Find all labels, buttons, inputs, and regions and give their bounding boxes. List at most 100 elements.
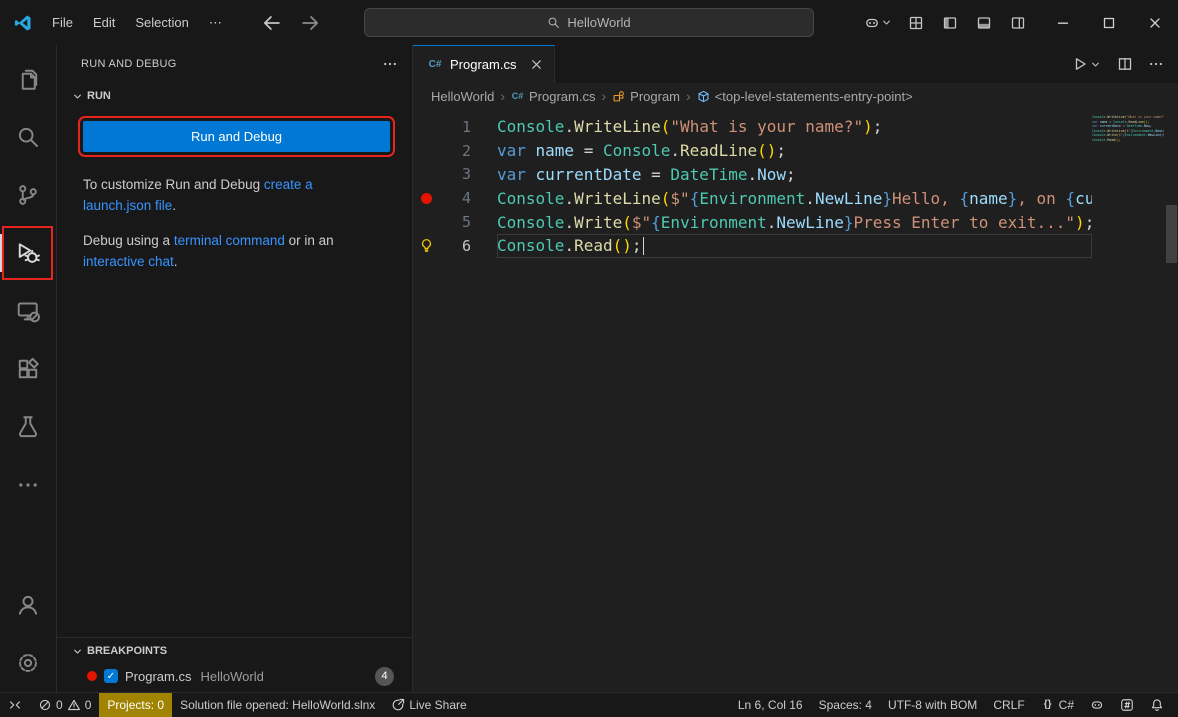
breadcrumb-separator: ›: [497, 88, 508, 104]
customize-layout-button[interactable]: [902, 9, 930, 37]
activity-item-source-control[interactable]: [0, 166, 56, 224]
scrollbar-thumb[interactable]: [1166, 205, 1177, 263]
breakpoint-file: Program.cs: [125, 669, 191, 684]
link-terminal-command[interactable]: terminal command: [174, 233, 285, 248]
code-line-5: 5 Console.Write($"{Environment.NewLine}Pr…: [413, 210, 1178, 234]
run-debug-icon: [16, 241, 40, 265]
activity-item-more-views[interactable]: [0, 456, 56, 514]
status-indentation[interactable]: Spaces: 4: [811, 693, 880, 717]
minimap-line: Console.Read();: [1092, 138, 1164, 143]
run-icon: [1072, 56, 1088, 72]
menu-bar: FileEditSelection⋯: [42, 0, 232, 45]
status-live-share[interactable]: Live Share: [383, 693, 474, 717]
status-problems[interactable]: 00: [30, 693, 99, 717]
link-interactive-chat[interactable]: interactive chat: [83, 254, 174, 269]
breakpoint-row[interactable]: Program.cs HelloWorld 4: [57, 664, 412, 688]
forward-button[interactable]: [296, 9, 324, 37]
code-line-4: 4 Console.WriteLine($"{Environment.NewLin…: [413, 186, 1178, 210]
breadcrumb-label: Program: [630, 89, 680, 104]
activity-bar: [0, 45, 57, 692]
lightbulb-gutter[interactable]: [413, 238, 439, 253]
breadcrumb-program[interactable]: Program: [612, 89, 680, 104]
menu-overflow[interactable]: ⋯: [199, 9, 232, 37]
title-bar: FileEditSelection⋯ HelloWorld: [0, 0, 1178, 45]
menu-file[interactable]: File: [42, 9, 83, 37]
split-editor-button[interactable]: [1117, 56, 1133, 72]
text: To customize Run and Debug: [83, 177, 264, 192]
status-eol[interactable]: CRLF: [985, 693, 1032, 717]
chevron-down-icon: [71, 90, 84, 103]
account-icon: [16, 593, 40, 617]
breadcrumb-top-level-statements-entry-point[interactable]: <top-level-statements-entry-point>: [697, 89, 913, 104]
sidebar-run-and-debug: RUN AND DEBUG RUN Run and Debug To custo…: [57, 45, 413, 692]
close-button[interactable]: [1132, 0, 1178, 45]
status-encoding[interactable]: UTF-8 with BOM: [880, 693, 985, 717]
status-solution[interactable]: Solution file opened: HelloWorld.slnx: [172, 693, 383, 717]
activity-item-remote-devices[interactable]: [0, 282, 56, 340]
back-button[interactable]: [258, 9, 286, 37]
tab-bar: C# Program.cs: [413, 45, 1178, 83]
activity-item-explorer[interactable]: [0, 50, 56, 108]
breakpoint-project: HelloWorld: [200, 669, 263, 684]
activity-item-settings[interactable]: [0, 634, 56, 692]
toggle-panel-button[interactable]: [970, 9, 998, 37]
copilot-icon: [1090, 698, 1104, 712]
activity-item-search[interactable]: [0, 108, 56, 166]
status-language-mode[interactable]: {} C#: [1033, 693, 1082, 717]
code-line-6: 6Console.Read();: [413, 234, 1178, 258]
status-projects[interactable]: Projects: 0: [99, 693, 172, 717]
toggle-secondary-sidebar-button[interactable]: [1004, 9, 1032, 37]
tab-close-icon[interactable]: [529, 57, 544, 72]
breadcrumbs: HelloWorld›C#Program.cs›Program›<top-lev…: [413, 83, 1178, 109]
braces-icon: {}: [1041, 698, 1055, 712]
breakpoints-section: BREAKPOINTS Program.cs HelloWorld 4: [57, 637, 412, 692]
line-number: 3: [439, 165, 471, 183]
editor-actions: [1072, 45, 1178, 83]
code-area: 1 Console.WriteLine("What is your name?")…: [413, 109, 1178, 692]
status-cursor-position[interactable]: Ln 6, Col 16: [730, 693, 811, 717]
activity-item-accounts[interactable]: [0, 576, 56, 634]
activity-item-run-and-debug[interactable]: [0, 224, 56, 282]
run-or-debug-button[interactable]: [1072, 56, 1102, 72]
status-notifications[interactable]: [1142, 693, 1172, 717]
copilot-button[interactable]: [861, 9, 896, 37]
breakpoints-label: BREAKPOINTS: [87, 645, 167, 657]
status-copilot[interactable]: [1082, 693, 1112, 717]
line-number: 4: [439, 189, 471, 207]
toggle-primary-sidebar-button[interactable]: [936, 9, 964, 37]
run-and-debug-button[interactable]: Run and Debug: [83, 121, 390, 152]
run-section-header[interactable]: RUN: [57, 83, 412, 109]
breadcrumb-program-cs[interactable]: C#Program.cs: [511, 89, 595, 104]
tab-program-cs[interactable]: C# Program.cs: [413, 45, 555, 83]
editor-more-button[interactable]: [1148, 56, 1164, 72]
label: Ln 6, Col 16: [738, 698, 803, 712]
label: Live Share: [409, 698, 466, 712]
title-actions: [861, 9, 1040, 37]
views-more-icon[interactable]: [382, 56, 398, 72]
line-number: 1: [439, 118, 471, 136]
line-number: 6: [439, 237, 471, 255]
activity-item-extensions[interactable]: [0, 340, 56, 398]
command-center-search[interactable]: HelloWorld: [364, 8, 814, 37]
sidebar-title: RUN AND DEBUG: [81, 58, 382, 70]
menu-edit[interactable]: Edit: [83, 9, 125, 37]
minimize-button[interactable]: [1040, 0, 1086, 45]
activity-bar-top: [0, 50, 56, 514]
maximize-button[interactable]: [1086, 0, 1132, 45]
activity-item-testing[interactable]: [0, 398, 56, 456]
code-text: Console.WriteLine($"{Environment.NewLine…: [497, 189, 1092, 208]
text: .: [174, 254, 178, 269]
status-remote[interactable]: [0, 693, 30, 717]
breakpoint-gutter[interactable]: [413, 193, 439, 204]
line-number: 5: [439, 213, 471, 231]
remote-devices-icon: [16, 299, 40, 323]
status-csharp-devkit[interactable]: [1112, 693, 1142, 717]
code-text: Console.Write($"{Environment.NewLine}Pre…: [497, 213, 1092, 232]
menu-selection[interactable]: Selection: [125, 9, 198, 37]
label: C#: [1059, 698, 1074, 712]
label: Spaces: 4: [819, 698, 872, 712]
breakpoints-header[interactable]: BREAKPOINTS: [57, 638, 412, 664]
breadcrumb-helloworld[interactable]: HelloWorld: [431, 89, 494, 104]
minimap[interactable]: Console.WriteLine("What is your name?");…: [1092, 115, 1164, 692]
breakpoint-checkbox[interactable]: [104, 669, 118, 683]
